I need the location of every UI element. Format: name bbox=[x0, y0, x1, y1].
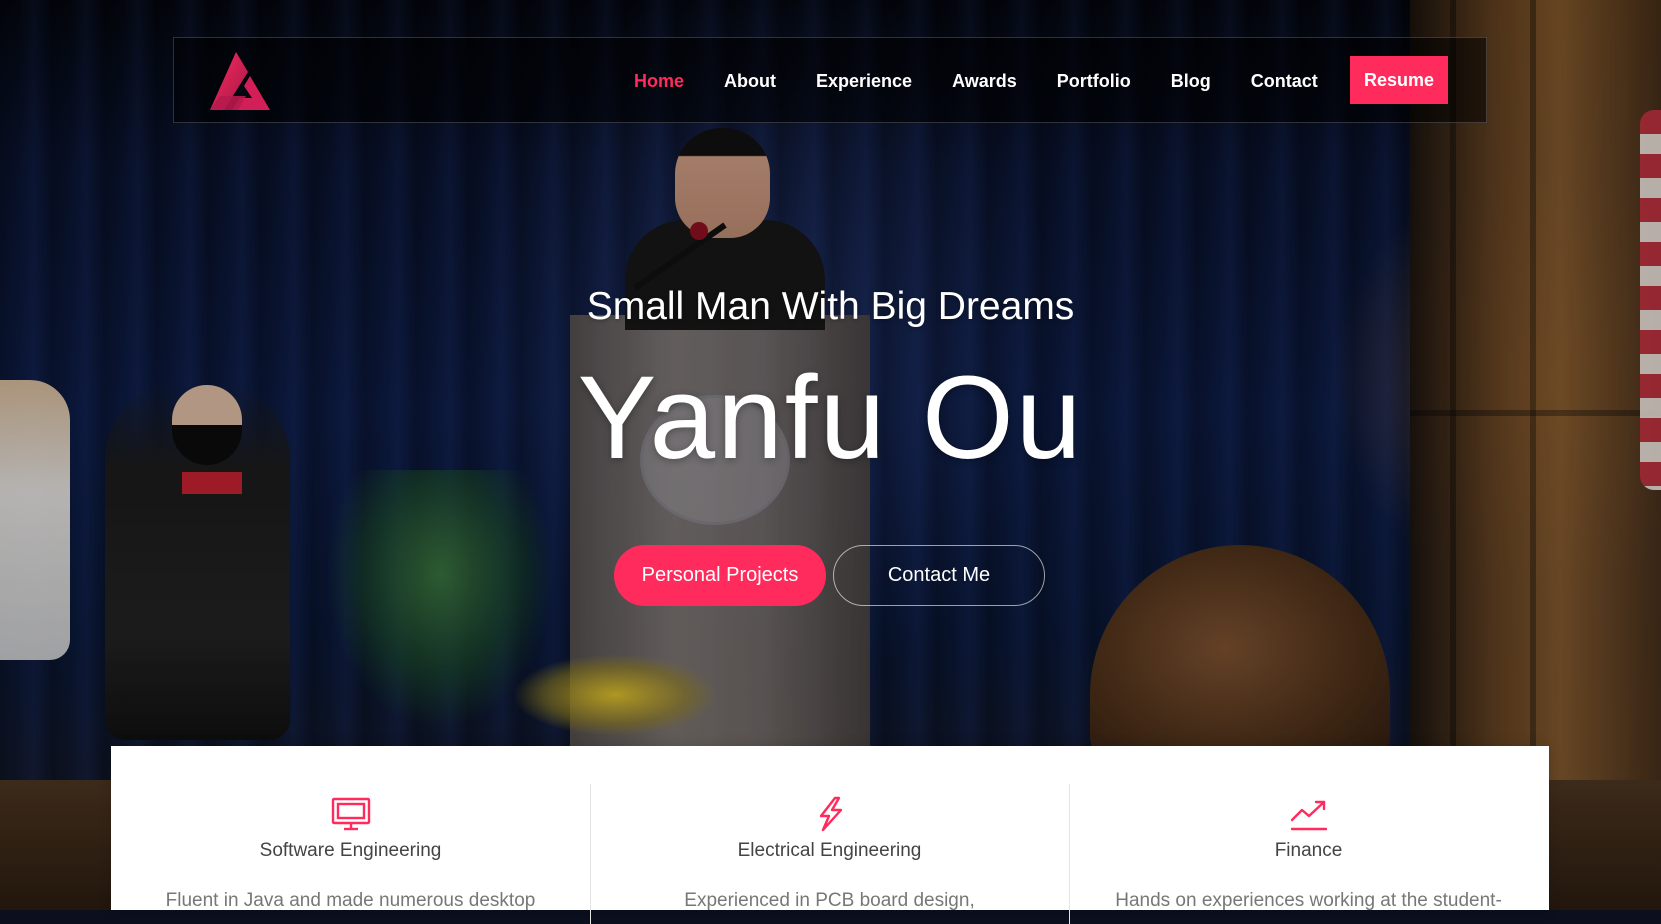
service-description: Experienced in PCB board design, bbox=[684, 890, 975, 911]
service-description: Hands on experiences working at the stud… bbox=[1115, 890, 1502, 911]
services-card: Software Engineering Fluent in Java and … bbox=[111, 746, 1549, 924]
nav-about[interactable]: About bbox=[724, 71, 776, 92]
navbar: Home About Experience Awards Portfolio B… bbox=[173, 37, 1487, 123]
trending-up-icon bbox=[1288, 796, 1330, 832]
nav-experience[interactable]: Experience bbox=[816, 71, 912, 92]
service-title: Software Engineering bbox=[259, 840, 442, 861]
resume-button[interactable]: Resume bbox=[1350, 56, 1448, 104]
service-finance: Finance Hands on experiences working at … bbox=[1069, 746, 1548, 924]
nav-portfolio[interactable]: Portfolio bbox=[1057, 71, 1131, 92]
hero-name: Yanfu Ou bbox=[577, 352, 1084, 484]
nav-blog[interactable]: Blog bbox=[1171, 71, 1211, 92]
nav-awards[interactable]: Awards bbox=[952, 71, 1017, 92]
hero-tagline: Small Man With Big Dreams bbox=[586, 285, 1075, 328]
nav-contact[interactable]: Contact bbox=[1251, 71, 1318, 92]
service-electrical: Electrical Engineering Experienced in PC… bbox=[590, 746, 1069, 924]
triangle-logo-icon[interactable] bbox=[206, 52, 270, 110]
service-title: Finance bbox=[1274, 840, 1343, 861]
monitor-icon bbox=[330, 796, 372, 832]
nav-home[interactable]: Home bbox=[634, 71, 684, 92]
service-title: Electrical Engineering bbox=[737, 840, 922, 861]
contact-me-button[interactable]: Contact Me bbox=[833, 545, 1045, 606]
service-description: Fluent in Java and made numerous desktop bbox=[165, 890, 536, 911]
lightning-icon bbox=[809, 796, 851, 832]
personal-projects-button[interactable]: Personal Projects bbox=[614, 545, 826, 606]
nav-links: Home About Experience Awards Portfolio B… bbox=[634, 38, 1358, 124]
service-software: Software Engineering Fluent in Java and … bbox=[111, 746, 590, 911]
